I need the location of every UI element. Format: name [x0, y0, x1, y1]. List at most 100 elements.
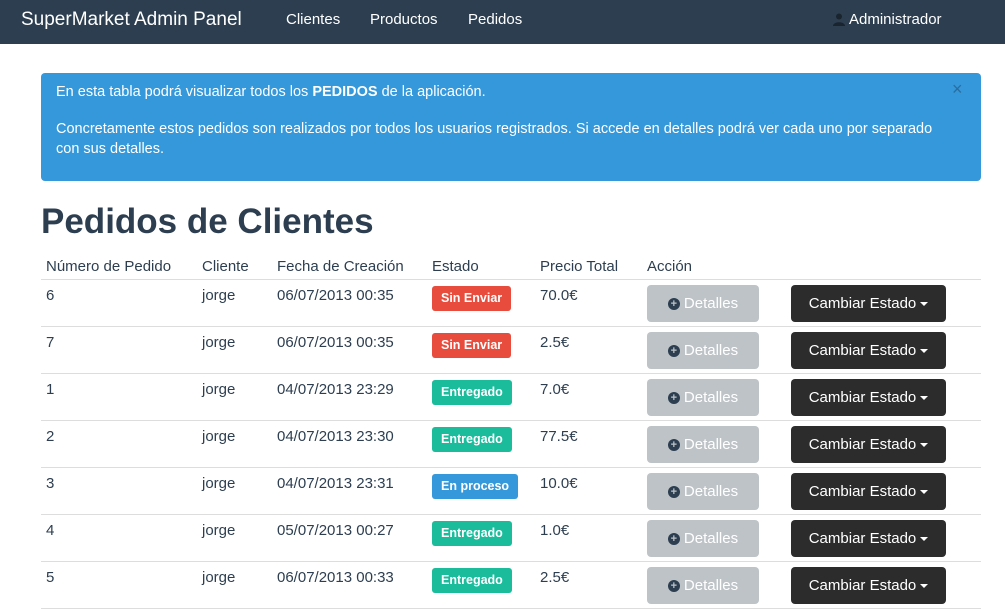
table-row: 4 jorge 05/07/2013 00:27 Entregado 1.0€ + Deta…	[41, 515, 981, 562]
details-label: Detalles	[683, 577, 739, 594]
details-button[interactable]: + Detalles	[647, 285, 759, 322]
status-badge: Entregado	[432, 427, 512, 452]
caret-down-icon	[920, 349, 929, 353]
client-name: jorge	[202, 381, 236, 398]
created-date: 06/07/2013 00:33	[277, 569, 394, 586]
created-date: 06/07/2013 00:35	[277, 287, 394, 304]
table-row: 2 jorge 04/07/2013 23:30 Entregado 77.5€ + Det…	[41, 421, 981, 468]
created-date: 04/07/2013 23:30	[277, 428, 394, 445]
total-price: 1.0€	[540, 522, 570, 539]
caret-down-icon	[920, 490, 929, 494]
status-badge: Entregado	[432, 521, 512, 546]
user-icon	[833, 13, 845, 26]
table-header: Número de Pedido Cliente Fecha de Creaci…	[41, 255, 981, 280]
user-menu[interactable]: Administrador	[833, 11, 942, 28]
change-state-button[interactable]: Cambiar Estado	[791, 285, 946, 322]
order-number: 4	[46, 522, 55, 539]
change-state-button[interactable]: Cambiar Estado	[791, 473, 946, 510]
header-action: Acción	[647, 258, 693, 275]
table-row: 1 jorge 04/07/2013 23:29 Entregado 7.0€ + Deta…	[41, 374, 981, 421]
status-badge: Sin Enviar	[432, 333, 512, 358]
change-state-label: Cambiar Estado	[808, 295, 917, 312]
plus-circle-icon: +	[667, 438, 680, 451]
table-row: 7 jorge 06/07/2013 00:35 Sin Enviar 2.5€ + Det…	[41, 327, 981, 374]
change-state-button[interactable]: Cambiar Estado	[791, 426, 946, 463]
order-number: 1	[46, 381, 55, 398]
details-button[interactable]: + Detalles	[647, 520, 759, 557]
table-row: 5 jorge 06/07/2013 00:33 Entregado 2.5€ + Deta…	[41, 562, 981, 609]
caret-down-icon	[920, 443, 929, 447]
info-alert: En esta tabla podrá visualizar todos los…	[41, 73, 981, 181]
total-price: 2.5€	[540, 334, 570, 351]
details-label: Detalles	[683, 342, 739, 359]
client-name: jorge	[202, 428, 236, 445]
plus-circle-icon: +	[667, 297, 680, 310]
details-label: Detalles	[683, 295, 739, 312]
client-name: jorge	[202, 522, 236, 539]
top-navbar: SuperMarket Admin Panel Clientes Product…	[0, 0, 1005, 44]
client-name: jorge	[202, 569, 236, 586]
details-button[interactable]: + Detalles	[647, 379, 759, 416]
header-order-number: Número de Pedido	[46, 258, 172, 275]
created-date: 04/07/2013 23:31	[277, 475, 394, 492]
details-label: Detalles	[683, 483, 739, 500]
header-client: Cliente	[202, 258, 249, 275]
plus-circle-icon: +	[667, 485, 680, 498]
total-price: 77.5€	[540, 428, 578, 445]
user-label: Administrador	[849, 11, 942, 28]
change-state-button[interactable]: Cambiar Estado	[791, 379, 946, 416]
caret-down-icon	[920, 584, 929, 588]
change-state-label: Cambiar Estado	[808, 577, 917, 594]
details-label: Detalles	[683, 530, 739, 547]
status-badge: En proceso	[432, 474, 519, 499]
order-number: 2	[46, 428, 55, 445]
details-label: Detalles	[683, 436, 739, 453]
change-state-button[interactable]: Cambiar Estado	[791, 567, 946, 604]
table-row: 6 jorge 06/07/2013 00:35 Sin Enviar 70.0€ + De…	[41, 280, 981, 327]
total-price: 70.0€	[540, 287, 578, 304]
alert-line-2: Concretamente estos pedidos son realizad…	[56, 121, 933, 157]
nav-item-productos[interactable]: Productos	[370, 11, 438, 28]
nav-item-pedidos[interactable]: Pedidos	[468, 11, 522, 28]
client-name: jorge	[202, 287, 236, 304]
change-state-label: Cambiar Estado	[808, 389, 917, 406]
caret-down-icon	[920, 537, 929, 541]
created-date: 06/07/2013 00:35	[277, 334, 394, 351]
nav-item-clientes[interactable]: Clientes	[286, 11, 340, 28]
change-state-button[interactable]: Cambiar Estado	[791, 332, 946, 369]
change-state-label: Cambiar Estado	[808, 483, 917, 500]
details-button[interactable]: + Detalles	[647, 473, 759, 510]
total-price: 7.0€	[540, 381, 570, 398]
alert-line-1: En esta tabla podrá visualizar todos los…	[56, 84, 486, 100]
client-name: jorge	[202, 475, 236, 492]
order-number: 5	[46, 569, 55, 586]
page-title: Pedidos de Clientes	[41, 202, 374, 241]
details-button[interactable]: + Detalles	[647, 567, 759, 604]
order-number: 7	[46, 334, 55, 351]
details-button[interactable]: + Detalles	[647, 332, 759, 369]
total-price: 10.0€	[540, 475, 578, 492]
header-created-date: Fecha de Creación	[277, 258, 404, 275]
created-date: 04/07/2013 23:29	[277, 381, 394, 398]
caret-down-icon	[920, 396, 929, 400]
change-state-label: Cambiar Estado	[808, 342, 917, 359]
plus-circle-icon: +	[667, 344, 680, 357]
change-state-button[interactable]: Cambiar Estado	[791, 520, 946, 557]
order-number: 6	[46, 287, 55, 304]
order-number: 3	[46, 475, 55, 492]
table-row: 3 jorge 04/07/2013 23:31 En proceso 10.0€ + De…	[41, 468, 981, 515]
details-label: Detalles	[683, 389, 739, 406]
caret-down-icon	[920, 302, 929, 306]
status-badge: Entregado	[432, 380, 512, 405]
details-button[interactable]: + Detalles	[647, 426, 759, 463]
total-price: 2.5€	[540, 569, 570, 586]
status-badge: Sin Enviar	[432, 286, 512, 311]
brand-title[interactable]: SuperMarket Admin Panel	[21, 9, 242, 31]
change-state-label: Cambiar Estado	[808, 436, 917, 453]
plus-circle-icon: +	[667, 532, 680, 545]
close-icon[interactable]: ×	[952, 80, 963, 98]
orders-table: Número de Pedido Cliente Fecha de Creaci…	[41, 255, 981, 609]
created-date: 05/07/2013 00:27	[277, 522, 394, 539]
plus-circle-icon: +	[667, 391, 680, 404]
status-badge: Entregado	[432, 568, 512, 593]
